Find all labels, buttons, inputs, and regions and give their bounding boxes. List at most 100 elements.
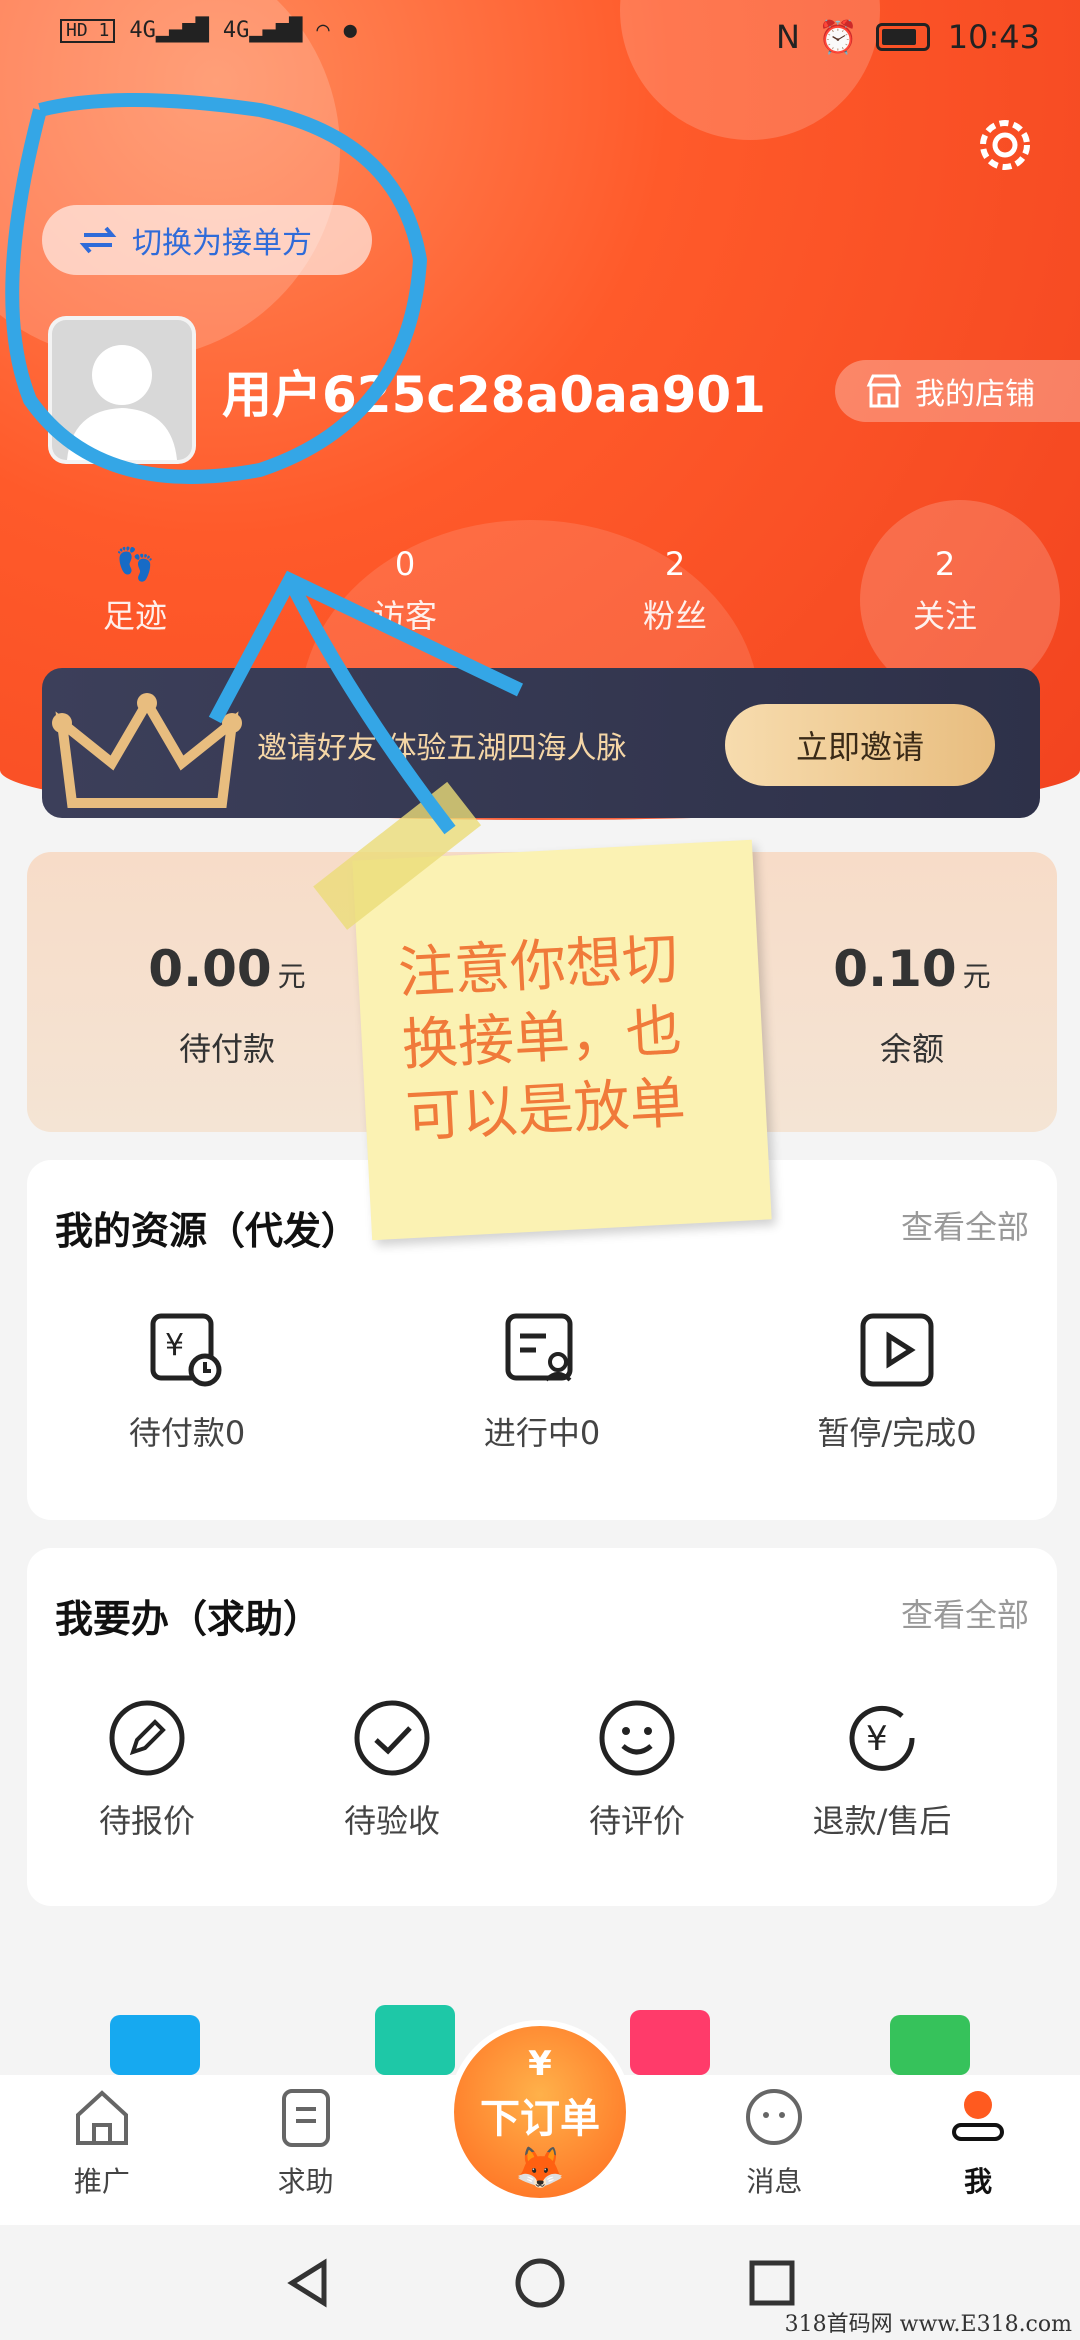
resources-title: 我的资源（代发）: [55, 1209, 360, 1253]
nav-label: 消息: [746, 2165, 803, 2198]
stat-label: 关注: [912, 597, 977, 635]
nav-label: 我: [964, 2165, 993, 2198]
help-requests-card: 我要办（求助） 查看全部 待报价 待验收 待评价 ¥ 退款/售后: [27, 1548, 1057, 1906]
signal2-icon: 4G▂▄▆█: [222, 18, 303, 43]
note-icon: [281, 2089, 330, 2147]
todo-view-all[interactable]: 查看全部: [901, 1590, 1029, 1636]
avatar[interactable]: [48, 316, 196, 464]
footprint-icon: 👣: [115, 545, 155, 583]
stat-value: 2: [934, 545, 956, 583]
resource-pending-payment[interactable]: ¥ 待付款0: [67, 1310, 307, 1454]
note-text: 注意你想切换接单，也可以是放单: [396, 926, 688, 1151]
mail-icon[interactable]: [890, 2015, 970, 2075]
nav-label: 推广: [73, 2165, 130, 2198]
hd1-indicator: HD 1: [60, 18, 116, 43]
status-bar: HD 1 4G▂▄▆█ 4G▂▄▆█ ◠ ● N ⏰ 10:43: [0, 0, 1080, 80]
smile-icon: [599, 1700, 675, 1776]
invite-text: 邀请好友 体验五湖四海人脉: [257, 731, 627, 766]
store-icon: [866, 374, 902, 408]
nav-help[interactable]: 求助: [204, 2075, 408, 2225]
recents-icon[interactable]: [744, 2255, 800, 2311]
clock: 10:43: [947, 18, 1040, 56]
stat-footprints[interactable]: 👣 足迹: [0, 545, 270, 637]
stat-value: 2: [664, 545, 686, 583]
profile-stats: 👣 足迹 0 访客 2 粉丝 2 关注: [0, 545, 1080, 637]
switch-icon: [79, 226, 117, 254]
vip-icon[interactable]: [375, 2005, 455, 2075]
signal1-icon: 4G▂▄▆█: [129, 18, 209, 43]
username: 用户625c28a0aa901: [222, 366, 766, 424]
svg-text:¥: ¥: [866, 1719, 888, 1759]
stat-label: 访客: [372, 597, 437, 635]
account-balance[interactable]: 0.10 元 余额: [782, 940, 1042, 1070]
switch-role-button[interactable]: 切换为接单方: [42, 205, 372, 275]
nav-me[interactable]: 我: [876, 2075, 1080, 2225]
edit-pencil-icon: [109, 1700, 185, 1776]
play-icon: [860, 1313, 934, 1387]
stat-label: 足迹: [102, 597, 167, 635]
stat-label: 粉丝: [642, 597, 707, 635]
stat-following[interactable]: 2 关注: [810, 545, 1080, 637]
nfc-icon: N: [776, 18, 800, 56]
back-icon[interactable]: [280, 2255, 336, 2311]
document-user-icon: [505, 1313, 573, 1382]
my-store-label: 我的店铺: [915, 377, 1035, 412]
refund-yen-icon: ¥: [849, 1705, 915, 1771]
sticky-note-annotation: 注意你想切换接单，也可以是放单: [313, 781, 772, 1241]
place-order-button[interactable]: ¥ 下订单 🦊: [448, 2020, 632, 2204]
watermark: 318首码网 www.E318.com: [784, 2312, 1072, 2337]
pending-label: 待付款: [178, 1030, 275, 1068]
resource-in-progress[interactable]: 进行中0: [422, 1310, 662, 1454]
todo-awaiting-acceptance[interactable]: 待验收: [272, 1698, 512, 1842]
network2-label: 4G: [222, 18, 250, 43]
todo-label: 待验收: [343, 1802, 440, 1840]
chat-bubble-icon: [746, 2089, 803, 2145]
my-store-button[interactable]: 我的店铺: [835, 360, 1080, 422]
nav-promote[interactable]: 推广: [0, 2075, 204, 2225]
resource-label: 待付款0: [128, 1414, 246, 1452]
todo-awaiting-review[interactable]: 待评价: [517, 1698, 757, 1842]
network1-label: 4G: [129, 18, 156, 43]
alert-book-icon[interactable]: [630, 2010, 710, 2075]
alarm-icon: ⏰: [817, 18, 858, 56]
balance-amount: 0.10: [833, 940, 957, 998]
todo-refund-aftersales[interactable]: ¥ 退款/售后: [762, 1698, 1002, 1842]
todo-label: 待评价: [588, 1802, 685, 1840]
nav-label: 求助: [277, 2165, 334, 2198]
stat-fans[interactable]: 2 粉丝: [540, 545, 810, 637]
stat-visitors[interactable]: 0 访客: [270, 545, 540, 637]
fox-mascot-icon: 🦊: [515, 2145, 565, 2191]
switch-role-label: 切换为接单方: [132, 226, 312, 261]
ticket-icon[interactable]: [110, 2015, 200, 2075]
invite-banner: 邀请好友 体验五湖四海人脉 立即邀请: [42, 668, 1040, 818]
system-navigation-bar: 318首码网 www.E318.com: [0, 2225, 1080, 2340]
resources-view-all[interactable]: 查看全部: [901, 1202, 1029, 1248]
nav-messages[interactable]: 消息: [672, 2075, 876, 2225]
todo-title: 我要办（求助）: [55, 1597, 322, 1641]
stat-value: 0: [394, 545, 416, 583]
profile-icon: [952, 2091, 1005, 2141]
place-order-label: 下订单: [480, 2096, 600, 2142]
currency-unit: 元: [277, 960, 306, 993]
invite-now-button[interactable]: 立即邀请: [725, 704, 995, 786]
todo-label: 退款/售后: [812, 1802, 952, 1840]
wifi-icon: ◠: [316, 18, 330, 43]
todo-awaiting-quote[interactable]: 待报价: [27, 1698, 267, 1842]
resource-paused-done[interactable]: 暂停/完成0: [777, 1310, 1017, 1454]
resource-label: 暂停/完成0: [817, 1414, 977, 1452]
todo-label: 待报价: [98, 1802, 195, 1840]
default-avatar-icon: [67, 345, 177, 460]
yen-badge-icon: ¥: [528, 2044, 552, 2084]
home-icon: [75, 2090, 128, 2145]
pending-payment[interactable]: 0.00 元 待付款: [97, 940, 357, 1070]
balance-label: 余额: [879, 1030, 944, 1068]
crown-icon: [52, 693, 242, 808]
home-circle-icon[interactable]: [512, 2255, 568, 2311]
settings-gear-icon[interactable]: [970, 110, 1040, 180]
check-circle-icon: [354, 1700, 430, 1776]
pending-amount: 0.00: [148, 940, 272, 998]
payment-clock-icon: ¥: [150, 1313, 222, 1387]
wechat-icon: ●: [343, 18, 357, 43]
battery-icon: [875, 23, 930, 51]
resource-label: 进行中0: [483, 1414, 601, 1452]
